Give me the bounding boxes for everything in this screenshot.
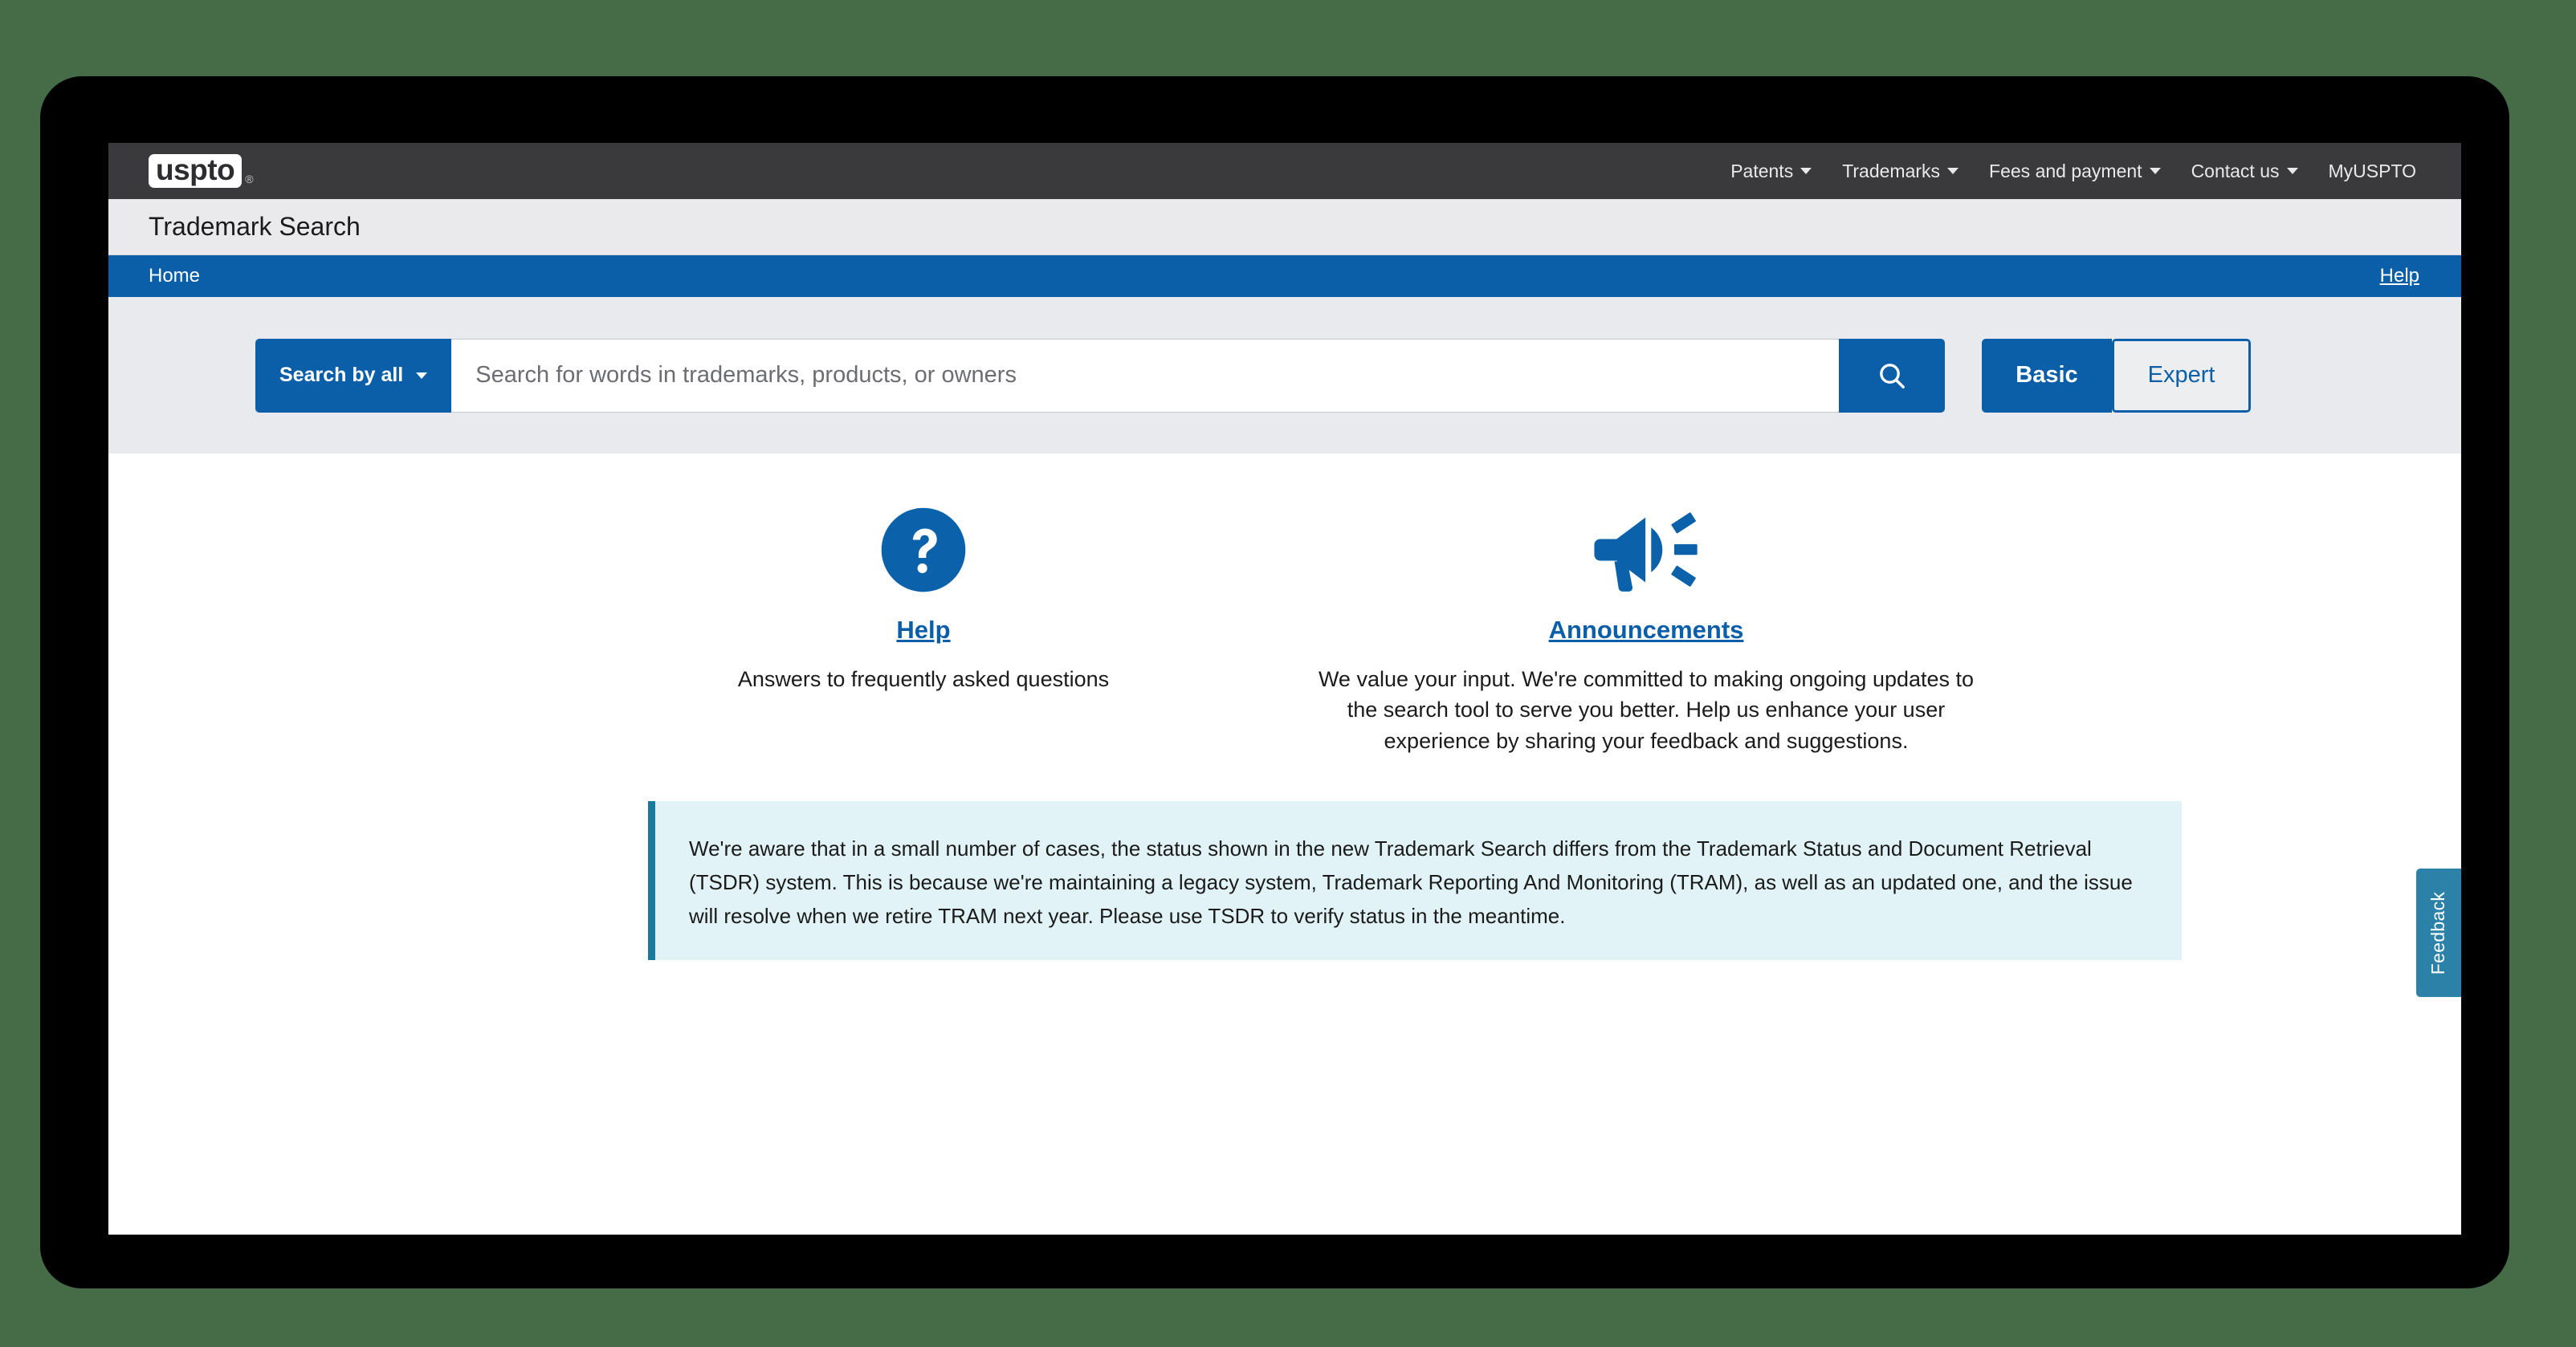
- search-by-dropdown-button[interactable]: Search by all: [255, 338, 452, 413]
- page-title: Trademark Search: [149, 212, 361, 241]
- help-card-icon-wrap: [581, 502, 1266, 598]
- search-mode-expert-button[interactable]: Expert: [2111, 338, 2252, 413]
- status-notice-text: We're aware that in a small number of ca…: [689, 836, 2133, 929]
- breadcrumb-bar: Home Help: [108, 255, 2461, 297]
- search-input[interactable]: [451, 338, 1840, 413]
- nav-item-contact-us-label: Contact us: [2191, 160, 2280, 181]
- feedback-tab-label: Feedback: [2427, 891, 2449, 975]
- nav-item-contact-us[interactable]: Contact us: [2191, 161, 2298, 182]
- help-card-link[interactable]: Help: [896, 616, 950, 645]
- nav-item-patents-label: Patents: [1730, 160, 1794, 181]
- search-toolbar: Search by all Basic Expert: [108, 297, 2461, 454]
- breadcrumb-help-link[interactable]: Help: [2380, 265, 2419, 287]
- nav-item-trademarks-label: Trademarks: [1842, 160, 1941, 181]
- uspto-logo-text: uspto: [156, 153, 235, 186]
- feedback-tab-button[interactable]: Feedback: [2416, 869, 2461, 997]
- announcements-card-icon-wrap: [1304, 502, 1988, 598]
- uspto-logo[interactable]: uspto ®: [149, 153, 254, 189]
- registered-trademark-icon: ®: [245, 173, 254, 186]
- chevron-down-icon: [2149, 168, 2161, 174]
- announcements-card-description: We value your input. We're committed to …: [1318, 667, 1975, 753]
- global-navigation-bar: uspto ® Patents Trademarks Fees and paym…: [108, 143, 2461, 199]
- main-content: Help Answers to frequently asked questio…: [108, 454, 2461, 1235]
- search-by-dropdown-label: Search by all: [279, 364, 404, 386]
- search-icon: [1880, 363, 1906, 389]
- nav-item-patents[interactable]: Patents: [1730, 161, 1812, 182]
- global-nav-items: Patents Trademarks Fees and payment Cont…: [1730, 161, 2461, 182]
- help-card-description: Answers to frequently asked questions: [737, 667, 1110, 691]
- nav-item-trademarks[interactable]: Trademarks: [1842, 160, 1959, 182]
- search-input-group: Search by all: [255, 338, 1946, 413]
- announcements-card: Announcements We value your input. We're…: [1285, 502, 2007, 756]
- chevron-down-icon: [1800, 168, 1812, 174]
- status-notice-alert: We're aware that in a small number of ca…: [648, 800, 2182, 961]
- nav-item-fees-and-payment-label: Fees and payment: [1989, 160, 2142, 181]
- search-mode-toggle: Basic Expert: [1982, 338, 2252, 413]
- info-card-row: Help Answers to frequently asked questio…: [108, 502, 2461, 756]
- megaphone-icon: [1594, 512, 1698, 592]
- breadcrumb-home-link[interactable]: Home: [149, 265, 200, 287]
- nav-item-myuspto[interactable]: MyUSPTO: [2329, 161, 2416, 182]
- question-circle-icon: [881, 507, 966, 592]
- chevron-down-icon: [1947, 168, 1959, 174]
- application-title-bar: Trademark Search: [108, 199, 2461, 255]
- nav-item-myuspto-label: MyUSPTO: [2328, 160, 2416, 181]
- chevron-down-icon: [416, 372, 428, 379]
- search-submit-button[interactable]: [1839, 338, 1946, 413]
- search-mode-basic-button[interactable]: Basic: [1982, 338, 2112, 413]
- browser-viewport: uspto ® Patents Trademarks Fees and paym…: [108, 143, 2461, 1235]
- help-card: Help Answers to frequently asked questio…: [562, 502, 1285, 756]
- uspto-logo-box: uspto: [149, 153, 243, 189]
- nav-item-fees-and-payment[interactable]: Fees and payment: [1989, 161, 2161, 182]
- announcements-card-link[interactable]: Announcements: [1549, 616, 1744, 645]
- chevron-down-icon: [2286, 168, 2298, 174]
